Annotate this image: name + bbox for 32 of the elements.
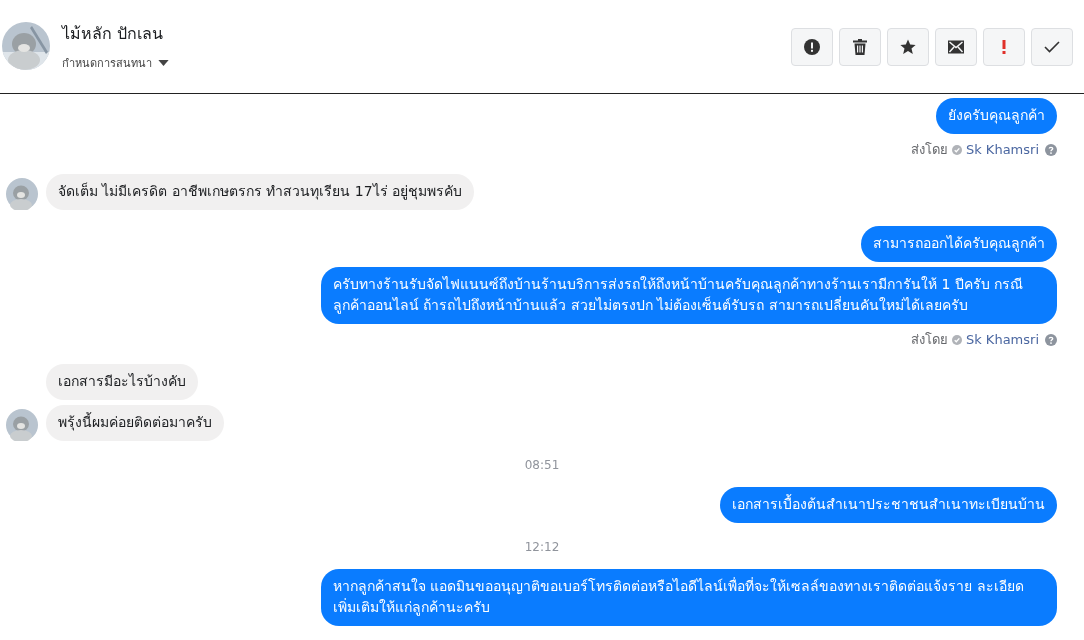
- star-button[interactable]: [887, 28, 929, 66]
- sender-link[interactable]: Sk Khamsri: [965, 332, 1039, 348]
- sent-by-label: ส่งโดย: [910, 142, 948, 158]
- check-circle-icon: [951, 145, 962, 155]
- received-message: เอกสารมีอะไรบ้างคับ: [46, 364, 198, 400]
- trash-icon: [852, 39, 868, 55]
- sender-link[interactable]: Sk Khamsri: [965, 142, 1039, 158]
- sent-message: หากลูกค้าสนใจ แอดมินขออนุญาติขอเบอร์โทรติดต่อหรือไอดีไลน์เพื่อที่จะให้เซลล์ของทางเราติดต่อแจ้งราย ละเอียดเพิ่มเติมให้แก่ลูกค้านะครับ: [321, 569, 1057, 626]
- sent-message: สามารถออกได้ครับคุณลูกค้า: [861, 226, 1057, 262]
- timestamp: 08:51: [524, 457, 560, 473]
- help-icon: [1045, 334, 1057, 346]
- contact-name: ไม้หลัก ปักเลน: [62, 24, 164, 44]
- envelope-icon: [948, 39, 964, 55]
- conversation-menu[interactable]: กำหนดการสนทนา: [62, 54, 169, 72]
- sent-by-label: ส่งโดย: [910, 332, 948, 348]
- caret-icon: [158, 60, 169, 66]
- check-icon: [1044, 39, 1060, 55]
- sent-message: ครับทางร้านรับจัดไฟแนนซ์ถึงบ้านร้านบริการส่งรถให้ถึงหน้าบ้านครับคุณลูกค้าทางร้านเรามีการันให้ 1 ปีครับ กรณีลูกค้าออนไลน์ ถ้ารถไปถึงหน้าบ้านแล้ว สวยไม่ตรงปก ไม่ต้องเซ็นต์รับรถ สามารถเปลี่ยนคันใหม่ได้เลยครับ: [321, 267, 1057, 324]
- star-icon: [900, 39, 916, 55]
- received-message: พรุ้งนี้ผมค่อยติดต่อมาครับ: [46, 405, 224, 441]
- exclamation-circle-icon: [804, 39, 820, 55]
- timestamp: 12:12: [524, 539, 560, 555]
- done-button[interactable]: [1031, 28, 1073, 66]
- help-icon: [1045, 144, 1057, 156]
- exclamation-icon: [1002, 40, 1006, 54]
- check-circle-icon: [951, 335, 962, 345]
- delete-button[interactable]: [839, 28, 881, 66]
- mail-button[interactable]: [935, 28, 977, 66]
- sent-message: เอกสารเบื้องต้นสำเนาประชาชนสำเนาทะเบียนบ้าน: [720, 487, 1057, 523]
- received-message: จัดเต็ม ไม่มีเครดิต อาชีพเกษตรกร ทำสวนทุเรียน 17ไร่ อยู่ชุมพรคับ: [46, 174, 475, 210]
- alert-button[interactable]: [791, 28, 833, 66]
- sent-message: ยังครับคุณลูกค้า: [936, 98, 1057, 134]
